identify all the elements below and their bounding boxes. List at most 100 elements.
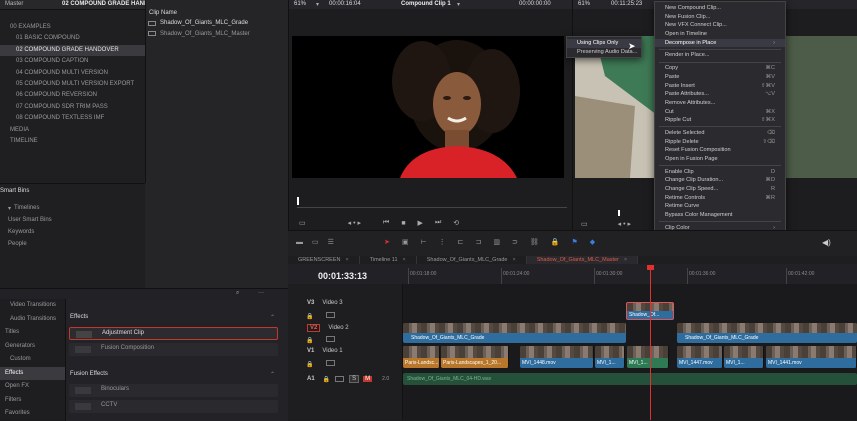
close-icon[interactable]: ×: [624, 257, 627, 263]
clip-name-column-header[interactable]: Clip Name: [149, 10, 177, 16]
dynamic-trim-icon[interactable]: ⊢: [421, 238, 427, 246]
skip-start-icon[interactable]: ⏮: [383, 219, 389, 227]
binoculars-item[interactable]: Binoculars: [69, 384, 278, 397]
playhead-marker[interactable]: [297, 197, 299, 205]
bin-item[interactable]: MEDIA: [0, 125, 145, 136]
v1-clip[interactable]: Paris-Landsc...: [403, 346, 440, 368]
insert-icon[interactable]: ⊏: [458, 238, 464, 246]
context-menu-item[interactable]: Change Clip Speed... R: [655, 185, 785, 194]
context-menu-item[interactable]: Bypass Color Management: [655, 211, 785, 220]
chevron-down-icon[interactable]: ▾: [457, 1, 460, 8]
play-icon[interactable]: ▶: [418, 219, 423, 227]
context-menu-item[interactable]: Open in Timeline: [655, 30, 785, 39]
effects-library-item[interactable]: Audio Transitions: [0, 313, 65, 327]
context-menu-item[interactable]: New Compound Clip...: [655, 4, 785, 13]
context-menu-item[interactable]: Paste ⌘V: [655, 73, 785, 82]
effects-library-item[interactable]: Custom: [0, 353, 65, 367]
viewer-image[interactable]: [292, 36, 564, 178]
context-menu-item[interactable]: Ripple Cut ⇧⌘X: [655, 116, 785, 125]
timeline-tab[interactable]: Shadow_Of_Giants_MLC_Master ×: [526, 256, 639, 264]
replace-icon[interactable]: ▥: [493, 238, 500, 246]
loop-icon[interactable]: ⟲: [453, 219, 459, 227]
close-icon[interactable]: ×: [403, 257, 406, 263]
bin-item[interactable]: 01 BASIC COMPOUND: [0, 33, 145, 44]
link-icon[interactable]: ⛓: [530, 238, 539, 246]
lock-icon[interactable]: 🔒: [306, 361, 313, 368]
a1-audio-clip[interactable]: Shadow_Of_Giants_MLC_04-HD.wav: [403, 373, 857, 385]
timeline-playhead[interactable]: [650, 266, 651, 420]
collapse-icon[interactable]: ⌃: [270, 371, 275, 378]
context-menu-item[interactable]: Paste Attributes... ⌥V: [655, 90, 785, 99]
layout-icon[interactable]: ▬: [296, 239, 303, 246]
monitor-icon[interactable]: [326, 312, 335, 318]
bin-item[interactable]: 00 EXAMPLES: [0, 22, 145, 33]
context-menu-item[interactable]: Enable Clip D: [655, 168, 785, 177]
jog-icon[interactable]: ◂ • ▸: [618, 220, 631, 228]
context-menu-item[interactable]: Paste Insert ⇧⌘V: [655, 82, 785, 91]
v1-clip[interactable]: MVI_1...: [595, 346, 625, 368]
v1-clip[interactable]: MVI_1...: [724, 346, 764, 368]
skip-end-icon[interactable]: ⏭: [435, 219, 441, 227]
trim-tool-icon[interactable]: ▣: [402, 238, 409, 246]
viewer-options-icon[interactable]: ▭: [299, 219, 306, 227]
bin-item[interactable]: 04 COMPOUND MULTI VERSION: [0, 68, 145, 79]
context-menu-item[interactable]: Cut ⌘X: [655, 108, 785, 117]
lock-icon[interactable]: 🔒: [306, 337, 313, 344]
effects-library-item[interactable]: Effects: [0, 366, 65, 380]
context-menu-item[interactable]: Copy ⌘C: [655, 64, 785, 73]
lock-icon[interactable]: 🔒: [306, 313, 313, 320]
blade-icon[interactable]: ⋮: [439, 238, 446, 246]
track-header-a1[interactable]: A1 🔒 S M 2.0: [290, 375, 402, 383]
v1-clip[interactable]: MVI_1447.mov: [677, 346, 723, 368]
context-menu-item[interactable]: Open in Fusion Page: [655, 155, 785, 164]
lock-icon[interactable]: 🔒: [551, 238, 560, 246]
effects-library-item[interactable]: Titles: [0, 326, 65, 340]
context-menu-item[interactable]: Decompose in Place ›: [655, 38, 785, 48]
mute-button[interactable]: M: [363, 376, 373, 382]
bin-item[interactable]: 06 COMPOUND REVERSION: [0, 90, 145, 101]
timeline-tab[interactable]: Timeline 11 ×: [360, 256, 417, 264]
viewer-scrubber[interactable]: [297, 207, 567, 208]
context-menu-item[interactable]: Render in Place...: [655, 51, 785, 60]
bin-item[interactable]: 07 COMPOUND SDR TRIM PASS: [0, 102, 145, 113]
v2-clip-grade-a[interactable]: Shadow_Of_Giants_MLC_Grade: [403, 323, 626, 343]
hide-icon[interactable]: ▭: [312, 238, 319, 246]
bin-item[interactable]: 05 COMPOUND MULTI VERSION EXPORT: [0, 79, 145, 90]
clip-list-item[interactable]: Shadow_Of_Giants_MLC_Grade: [148, 18, 250, 29]
auto-select-icon[interactable]: [335, 376, 345, 382]
track-header-v1[interactable]: V1 Video 1: [290, 348, 402, 354]
bin-item[interactable]: 08 COMPOUND TEXTLESS IMF: [0, 113, 145, 124]
audio-icon[interactable]: ◀): [822, 238, 831, 247]
search-icon[interactable]: ⌕: [236, 290, 239, 297]
cctv-item[interactable]: CCTV: [69, 400, 278, 413]
playhead-marker[interactable]: [618, 210, 620, 216]
viewer-zoom[interactable]: 61%: [578, 1, 590, 7]
chevron-down-icon[interactable]: ▾: [316, 1, 319, 8]
track-header-v3[interactable]: V3 Video 3: [290, 300, 402, 306]
context-menu-item[interactable]: Delete Selected ⌫: [655, 129, 785, 138]
monitor-icon[interactable]: [326, 336, 335, 342]
fusion-composition-item[interactable]: Fusion Composition: [69, 343, 278, 356]
solo-button[interactable]: S: [349, 375, 360, 383]
v1-clip[interactable]: MVI_1...: [627, 346, 669, 368]
context-menu-item[interactable]: Retime Controls ⌘R: [655, 194, 785, 203]
v2-clip-grade-b[interactable]: Shadow_Of_Giants_MLC_Grade: [677, 323, 857, 343]
jog-icon[interactable]: ◂ • ▸: [348, 219, 361, 227]
lock-icon[interactable]: 🔒: [323, 376, 330, 383]
effects-library-item[interactable]: Open FX: [0, 380, 65, 394]
timeline-tab[interactable]: GREENSCREEN ×: [288, 256, 360, 264]
list-icon[interactable]: ☰: [328, 238, 334, 246]
effects-library-item[interactable]: Favorites: [0, 407, 65, 421]
context-menu-item[interactable]: New Fusion Clip...: [655, 13, 785, 22]
context-menu-item[interactable]: Ripple Delete ⇧⌫: [655, 138, 785, 147]
v1-clip[interactable]: MVI_1448.mov: [520, 346, 594, 368]
v1-clip[interactable]: MVI_1441.mov: [766, 346, 857, 368]
effects-library-item[interactable]: Filters: [0, 394, 65, 408]
timeline-tab[interactable]: Shadow_Of_Giants_MLC_Grade ×: [417, 256, 527, 264]
snap-icon[interactable]: ⊃: [512, 238, 518, 246]
flag-icon[interactable]: ⚑: [571, 238, 577, 246]
clip-list-item[interactable]: Shadow_Of_Giants_MLC_Master: [148, 29, 250, 40]
stop-icon[interactable]: ■: [401, 220, 405, 227]
effects-library-item[interactable]: Video Transitions: [0, 299, 65, 313]
close-icon[interactable]: ×: [512, 257, 515, 263]
